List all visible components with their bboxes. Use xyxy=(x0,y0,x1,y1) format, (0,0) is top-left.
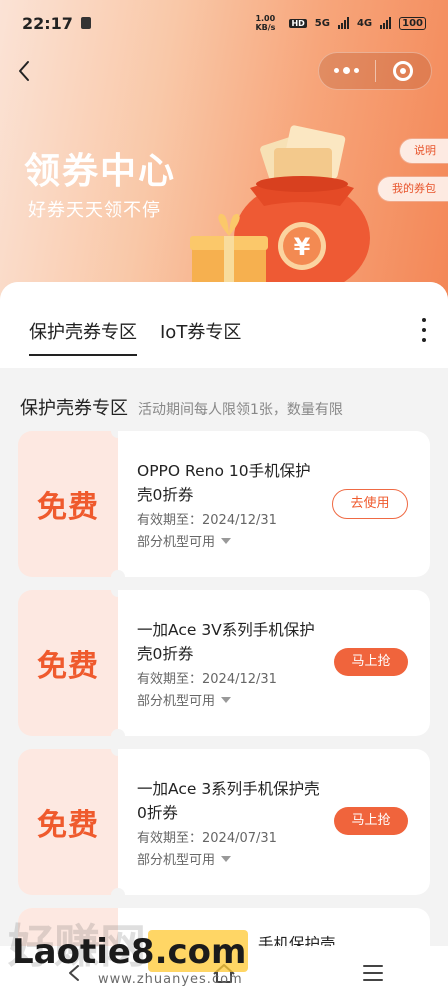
nav-menu-button[interactable] xyxy=(299,963,448,983)
coupon-expiry: 有效期至：2024/12/31 xyxy=(137,513,277,528)
signal-icon-2 xyxy=(380,17,392,29)
coupon-name: 一加Ace 3系列手机保护壳0折券 xyxy=(137,780,320,822)
free-badge: 免费 xyxy=(37,490,99,525)
section-title: 保护壳券专区 xyxy=(20,398,128,419)
coupon-badge-area: 免费 xyxy=(18,424,125,584)
explain-button[interactable]: 说明 xyxy=(399,138,448,164)
tab-case-coupons[interactable]: 保护壳券专区 xyxy=(29,318,137,356)
grab-coupon-button[interactable]: 马上抢 xyxy=(334,807,408,835)
page-subtitle: 好券天天领不停 xyxy=(28,200,161,221)
coupon-card: 免费 一加Ace 3系列手机保护壳0折券 有效期至：2024/07/31 部分机… xyxy=(18,742,430,902)
hd-badge: HD xyxy=(289,18,307,28)
tab-iot-coupons[interactable]: IoT券专区 xyxy=(160,318,241,344)
coupon-card: 免费 OPPO Reno 10手机保护壳0折券 有效期至：2024/12/31 … xyxy=(18,424,430,584)
svg-text:¥: ¥ xyxy=(294,233,311,261)
coupon-badge-area: 免费 xyxy=(18,583,125,743)
coupon-card: 免费 一加Ace 3V系列手机保护壳0折券 有效期至：2024/12/31 部分… xyxy=(18,583,430,743)
coupon-card-partial: 手机保护壳 xyxy=(18,908,430,948)
coupon-models-toggle[interactable]: 部分机型可用 xyxy=(137,690,232,709)
system-nav-bar xyxy=(0,946,448,1000)
page-title: 领券中心 xyxy=(24,151,177,192)
section-note: 活动期间每人限领1张，数量有限 xyxy=(138,402,343,418)
caret-down-icon xyxy=(221,855,232,862)
sim-icon xyxy=(80,17,91,29)
home-icon xyxy=(213,964,235,983)
hero-banner: 22:17 1.00 KB/s HD 5G 4G 100 领券中心 好券天天领不… xyxy=(0,0,448,330)
network-speed: 1.00 KB/s xyxy=(255,14,276,32)
caret-down-icon xyxy=(221,537,232,544)
status-time: 22:17 xyxy=(22,13,73,33)
section-header: 保护壳券专区 活动期间每人限领1张，数量有限 xyxy=(20,394,343,420)
coupon-name: OPPO Reno 10手机保护壳0折券 xyxy=(137,462,311,504)
coupon-models-toggle[interactable]: 部分机型可用 xyxy=(137,849,232,868)
money-bag-illustration: ¥ xyxy=(190,125,370,293)
back-nav-icon xyxy=(68,965,79,981)
more-icon[interactable] xyxy=(319,67,375,74)
coupon-models-toggle[interactable]: 部分机型可用 xyxy=(137,531,232,550)
grab-coupon-button[interactable]: 马上抢 xyxy=(334,648,408,676)
coupon-info: 一加Ace 3系列手机保护壳0折券 有效期至：2024/07/31 部分机型可用… xyxy=(118,749,430,895)
use-coupon-button[interactable]: 去使用 xyxy=(332,489,408,519)
menu-icon xyxy=(363,965,384,981)
nav-back-button[interactable] xyxy=(0,962,149,984)
caret-down-icon xyxy=(221,696,232,703)
status-bar: 22:17 1.00 KB/s HD 5G 4G 100 xyxy=(0,0,448,46)
my-coupons-button[interactable]: 我的券包 xyxy=(377,176,448,202)
nav-home-button[interactable] xyxy=(149,962,298,984)
coupon-expiry: 有效期至：2024/07/31 xyxy=(137,831,277,846)
free-badge: 免费 xyxy=(37,808,99,843)
coupon-badge-area: 免费 xyxy=(18,742,125,902)
back-button[interactable] xyxy=(10,56,38,86)
coupon-models-label: 部分机型可用 xyxy=(137,853,216,868)
back-icon xyxy=(19,61,29,81)
coupon-name: 一加Ace 3V系列手机保护壳0折券 xyxy=(137,621,315,663)
tab-bar: 保护壳券专区 IoT券专区 xyxy=(0,282,448,368)
coupon-badge-area xyxy=(18,908,118,948)
coupon-models-label: 部分机型可用 xyxy=(137,694,216,709)
coupon-models-label: 部分机型可用 xyxy=(137,535,216,550)
battery-icon: 100 xyxy=(399,16,426,30)
kebab-menu-icon[interactable] xyxy=(418,318,430,342)
close-mini-program-icon[interactable] xyxy=(376,61,432,81)
signal-icon xyxy=(337,17,349,29)
coupon-info: 一加Ace 3V系列手机保护壳0折券 有效期至：2024/12/31 部分机型可… xyxy=(118,590,430,736)
status-indicators: 1.00 KB/s HD 5G 4G 100 xyxy=(255,14,426,32)
net-4g-label: 4G xyxy=(356,17,373,29)
mini-program-capsule xyxy=(318,52,432,90)
coupon-expiry: 有效期至：2024/12/31 xyxy=(137,672,277,687)
free-badge: 免费 xyxy=(37,649,99,684)
coupon-sheet: 保护壳券专区 IoT券专区 保护壳券专区 活动期间每人限领1张，数量有限 免费 … xyxy=(0,282,448,1000)
coupon-info: OPPO Reno 10手机保护壳0折券 有效期至：2024/12/31 部分机… xyxy=(118,431,430,577)
net-5g-label: 5G xyxy=(314,17,330,29)
